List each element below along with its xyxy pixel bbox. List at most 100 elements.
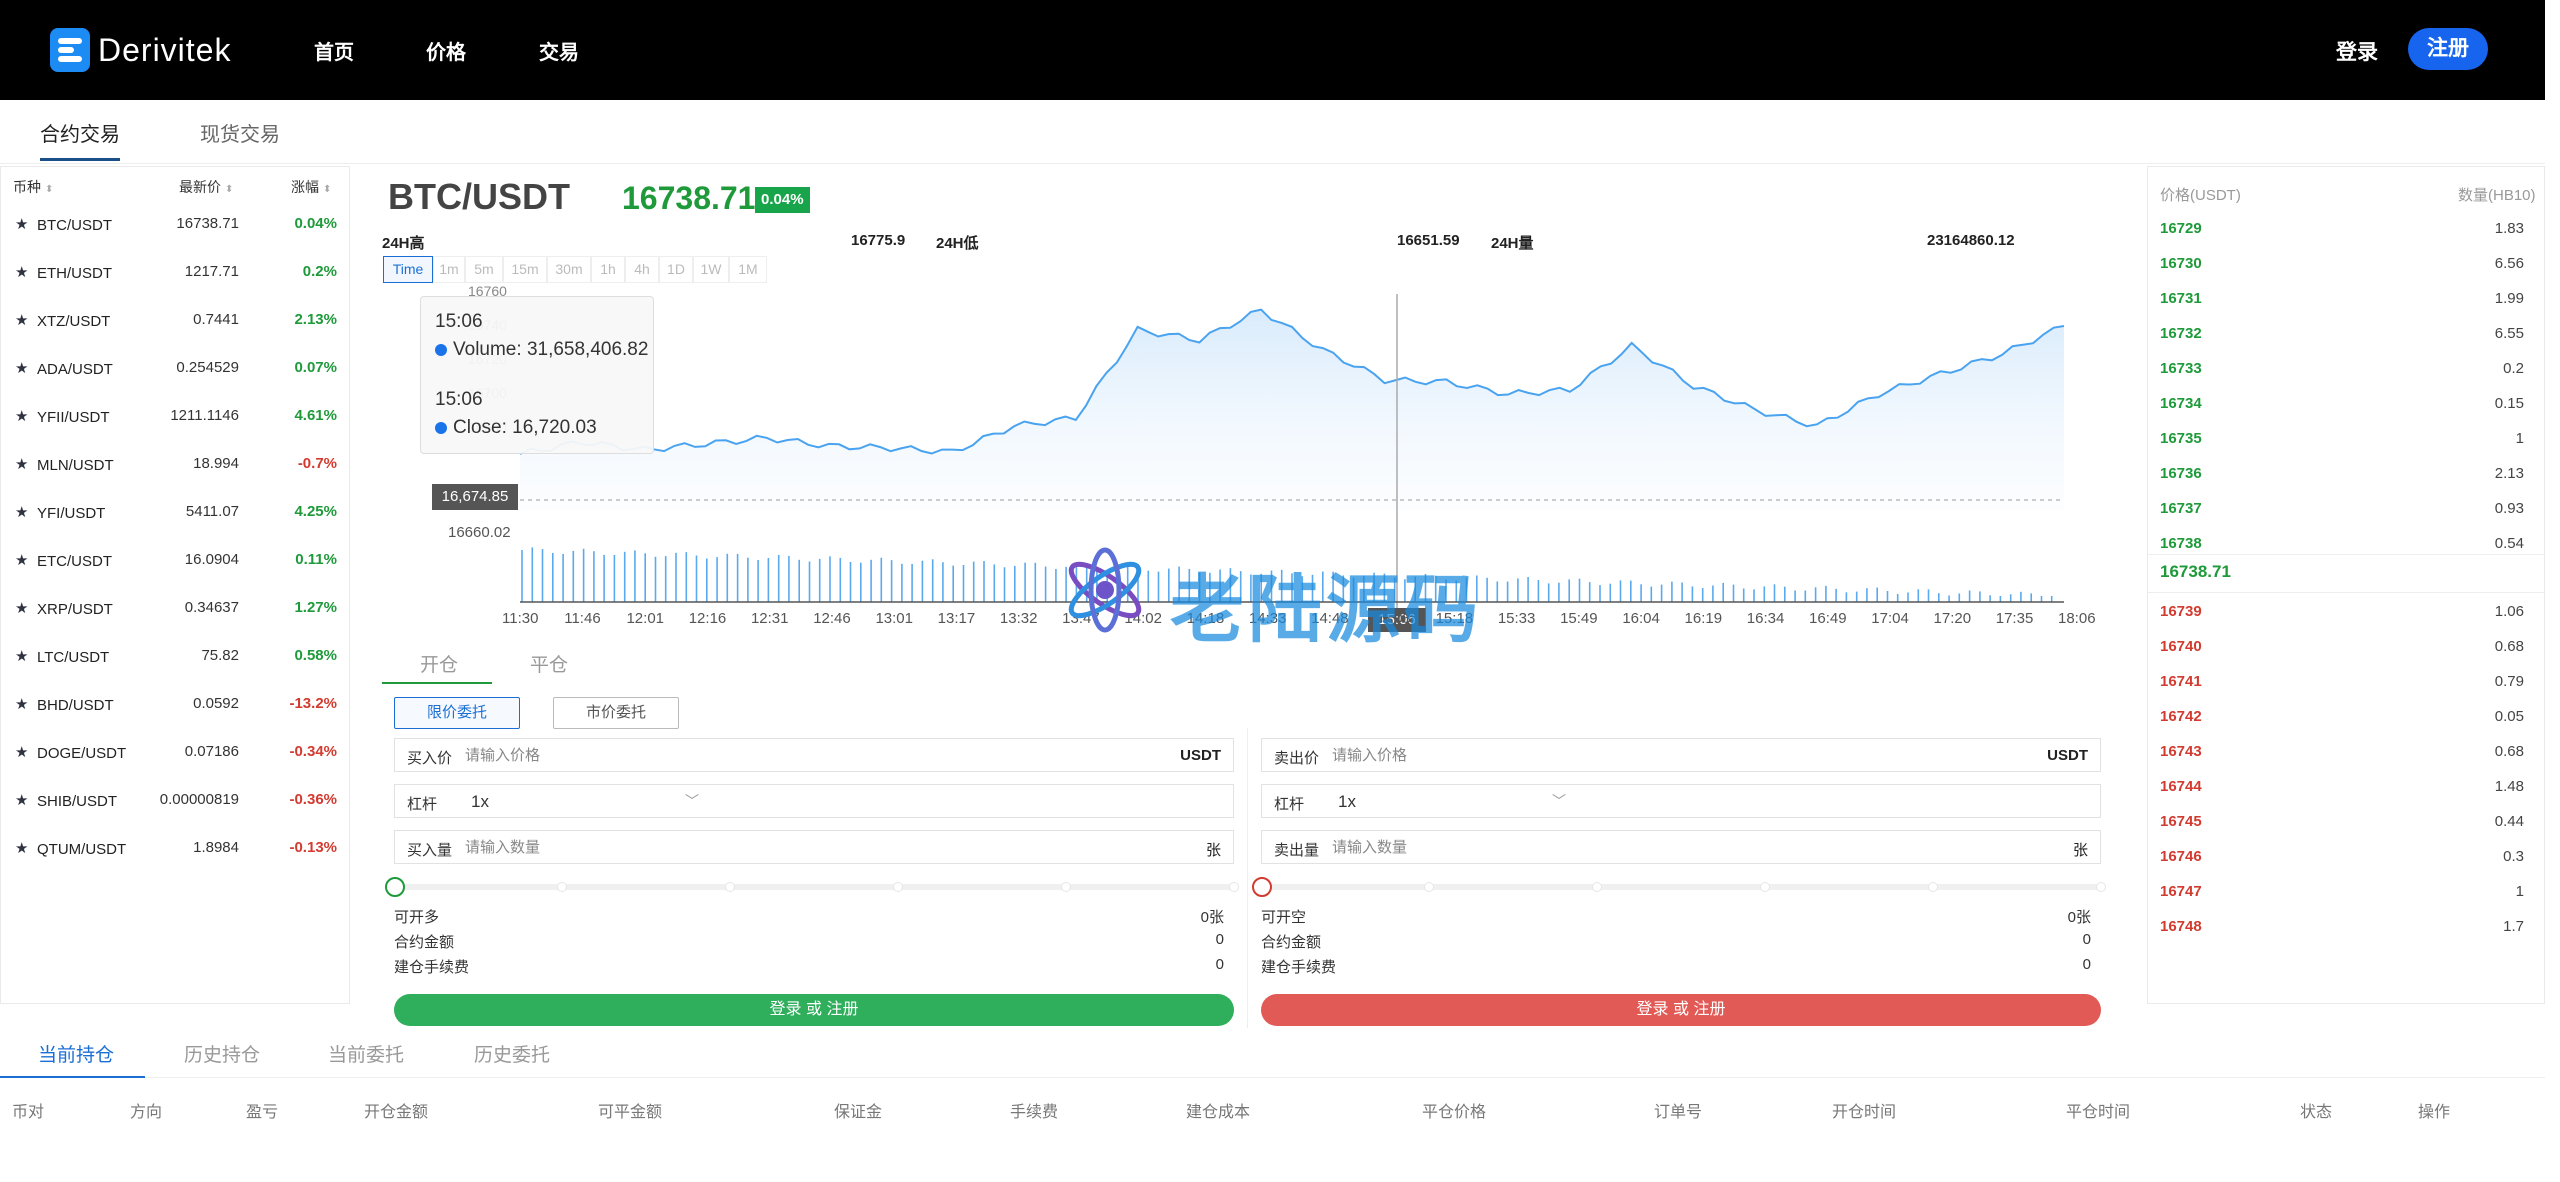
orderbook-bid-row[interactable]: 16734 0.15 [2148, 395, 2538, 430]
orderbook-ask-row[interactable]: 16739 1.06 [2148, 603, 2538, 638]
market-row[interactable]: ★ BHD/USDT 0.0592 -13.2% [1, 681, 349, 729]
tab-history-orders[interactable]: 历史委托 [474, 1040, 550, 1067]
star-icon[interactable]: ★ [15, 647, 28, 665]
slider-stop[interactable] [2096, 882, 2106, 892]
sell-qty-input[interactable] [1332, 835, 2012, 859]
slider-stop[interactable] [1229, 882, 1239, 892]
slider-stop[interactable] [1424, 882, 1434, 892]
buy-qty-input[interactable] [465, 835, 1145, 859]
limit-order-button[interactable]: 限价委托 [394, 697, 520, 729]
tab-open-position[interactable]: 开仓 [420, 650, 458, 677]
star-icon[interactable]: ★ [15, 503, 28, 521]
interval-7[interactable]: 1D [659, 256, 693, 283]
interval-2[interactable]: 5m [465, 256, 503, 283]
sell-price-input[interactable] [1332, 743, 2012, 767]
star-icon[interactable]: ★ [15, 791, 28, 809]
orderbook-bid-row[interactable]: 16733 0.2 [2148, 360, 2538, 395]
nav-price[interactable]: 价格 [426, 36, 466, 65]
star-icon[interactable]: ★ [15, 743, 28, 761]
orderbook-bid-row[interactable]: 16731 1.99 [2148, 290, 2538, 325]
orderbook-ask-row[interactable]: 16741 0.79 [2148, 673, 2538, 708]
star-icon[interactable]: ★ [15, 455, 28, 473]
interval-4[interactable]: 30m [547, 256, 591, 283]
star-icon[interactable]: ★ [15, 695, 28, 713]
orderbook-ask-row[interactable]: 16745 0.44 [2148, 813, 2538, 848]
orderbook-ask-row[interactable]: 16746 0.3 [2148, 848, 2538, 883]
orderbook-bid-row[interactable]: 16736 2.13 [2148, 465, 2538, 500]
orderbook-bid-row[interactable]: 16732 6.55 [2148, 325, 2538, 360]
tab-current-orders[interactable]: 当前委托 [328, 1040, 404, 1067]
star-icon[interactable]: ★ [15, 551, 28, 569]
market-row[interactable]: ★ YFI/USDT 5411.07 4.25% [1, 489, 349, 537]
orderbook-bid-row[interactable]: 16737 0.93 [2148, 500, 2538, 535]
register-button[interactable]: 注册 [2408, 28, 2488, 70]
interval-6[interactable]: 4h [625, 256, 659, 283]
buy-slider-handle[interactable] [385, 877, 405, 897]
market-row[interactable]: ★ QTUM/USDT 1.8984 -0.13% [1, 825, 349, 873]
slider-stop[interactable] [1928, 882, 1938, 892]
market-row[interactable]: ★ ETH/USDT 1217.71 0.2% [1, 249, 349, 297]
star-icon[interactable]: ★ [15, 407, 28, 425]
market-order-button[interactable]: 市价委托 [553, 697, 679, 729]
interval-8[interactable]: 1W [693, 256, 729, 283]
buy-submit-button[interactable]: 登录 或 注册 [394, 994, 1234, 1026]
orderbook-bid-row[interactable]: 16730 6.56 [2148, 255, 2538, 290]
star-icon[interactable]: ★ [15, 359, 28, 377]
interval-9[interactable]: 1M [729, 256, 767, 283]
market-row[interactable]: ★ SHIB/USDT 0.00000819 -0.36% [1, 777, 349, 825]
tab-futures[interactable]: 合约交易 [40, 118, 120, 147]
market-col-change[interactable]: 涨幅 ⬍ [291, 177, 331, 197]
pair-title: BTC/USDT [388, 176, 570, 217]
star-icon[interactable]: ★ [15, 599, 28, 617]
tab-spot[interactable]: 现货交易 [200, 118, 280, 147]
orderbook-ask-row[interactable]: 16743 0.68 [2148, 743, 2538, 778]
sell-submit-button[interactable]: 登录 或 注册 [1261, 994, 2101, 1026]
slider-stop[interactable] [893, 882, 903, 892]
orderbook-bid-row[interactable]: 16729 1.83 [2148, 220, 2538, 255]
market-row[interactable]: ★ XRP/USDT 0.34637 1.27% [1, 585, 349, 633]
sell-slider[interactable] [1261, 884, 2101, 890]
slider-stop[interactable] [1061, 882, 1071, 892]
logo[interactable]: Derivitek [50, 28, 231, 72]
star-icon[interactable]: ★ [15, 311, 28, 329]
slider-stop[interactable] [725, 882, 735, 892]
market-row[interactable]: ★ XTZ/USDT 0.7441 2.13% [1, 297, 349, 345]
market-col-price[interactable]: 最新价 ⬍ [179, 177, 233, 197]
star-icon[interactable]: ★ [15, 263, 28, 281]
interval-3[interactable]: 15m [503, 256, 547, 283]
market-row[interactable]: ★ LTC/USDT 75.82 0.58% [1, 633, 349, 681]
star-icon[interactable]: ★ [15, 215, 28, 233]
chart-min-label: 16660.02 [448, 524, 511, 541]
buy-leverage-select[interactable]: 杠杆 1x ﹀ [394, 784, 1234, 818]
tab-close-position[interactable]: 平仓 [530, 650, 568, 677]
buy-slider[interactable] [394, 884, 1234, 890]
orderbook-ask-row[interactable]: 16747 1 [2148, 883, 2538, 918]
market-row[interactable]: ★ YFII/USDT 1211.1146 4.61% [1, 393, 349, 441]
buy-price-input[interactable] [465, 743, 1145, 767]
orderbook-bid-row[interactable]: 16735 1 [2148, 430, 2538, 465]
tab-history-positions[interactable]: 历史持仓 [184, 1040, 260, 1067]
star-icon[interactable]: ★ [15, 839, 28, 857]
market-row[interactable]: ★ ETC/USDT 16.0904 0.11% [1, 537, 349, 585]
interval-1[interactable]: 1m [433, 256, 465, 283]
interval-0[interactable]: Time [383, 256, 433, 283]
nav-home[interactable]: 首页 [314, 36, 354, 65]
orderbook-ask-row[interactable]: 16748 1.7 [2148, 918, 2538, 953]
slider-stop[interactable] [1760, 882, 1770, 892]
market-col-symbol[interactable]: 币种 ⬍ [13, 177, 53, 197]
orderbook-ask-row[interactable]: 16744 1.48 [2148, 778, 2538, 813]
login-link[interactable]: 登录 [2336, 36, 2378, 66]
slider-stop[interactable] [557, 882, 567, 892]
sell-slider-handle[interactable] [1252, 877, 1272, 897]
slider-stop[interactable] [1592, 882, 1602, 892]
market-row[interactable]: ★ ADA/USDT 0.254529 0.07% [1, 345, 349, 393]
interval-5[interactable]: 1h [591, 256, 625, 283]
nav-trade[interactable]: 交易 [539, 36, 579, 65]
orderbook-ask-row[interactable]: 16742 0.05 [2148, 708, 2538, 743]
orderbook-ask-row[interactable]: 16740 0.68 [2148, 638, 2538, 673]
market-row[interactable]: ★ DOGE/USDT 0.07186 -0.34% [1, 729, 349, 777]
sell-leverage-select[interactable]: 杠杆 1x ﹀ [1261, 784, 2101, 818]
market-row[interactable]: ★ MLN/USDT 18.994 -0.7% [1, 441, 349, 489]
tab-current-positions[interactable]: 当前持仓 [38, 1040, 114, 1067]
market-row[interactable]: ★ BTC/USDT 16738.71 0.04% [1, 201, 349, 249]
